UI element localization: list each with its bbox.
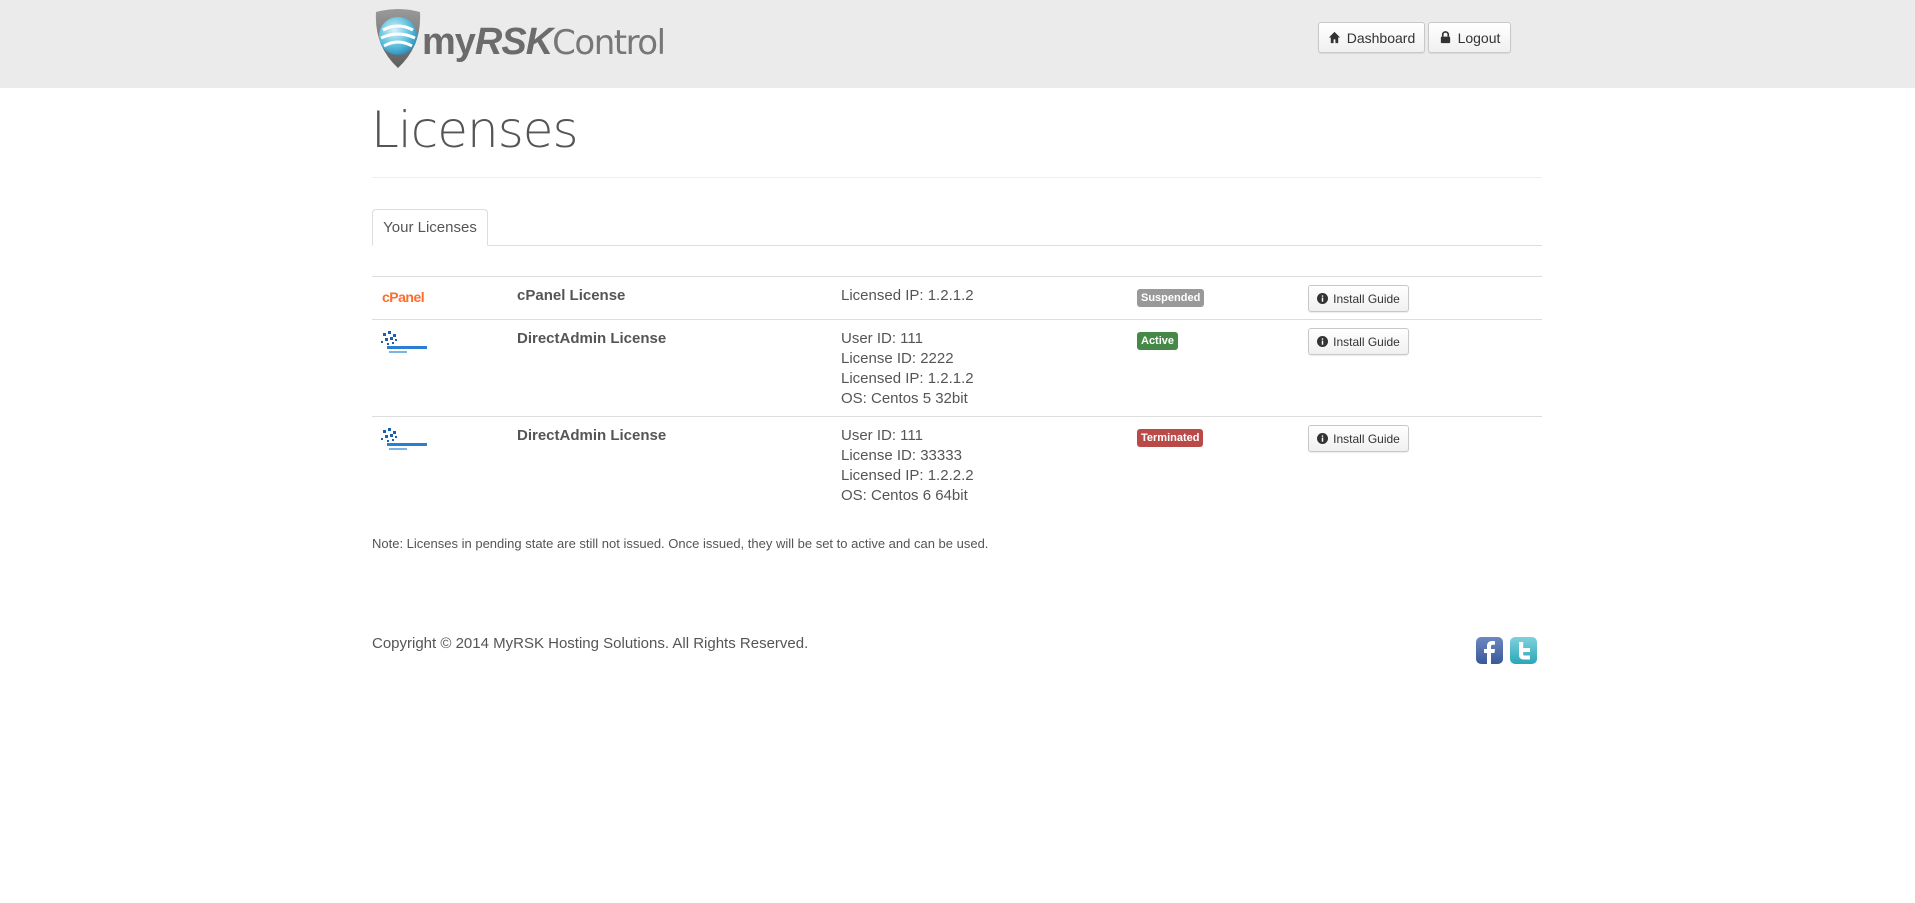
status-badge: Active bbox=[1137, 332, 1179, 350]
directadmin-logo bbox=[381, 331, 427, 353]
install-guide-label: Install Guide bbox=[1333, 334, 1400, 349]
logout-label: Logout bbox=[1457, 29, 1501, 46]
license-details: User ID: 111 License ID: 2222 Licensed I… bbox=[841, 329, 974, 409]
logo-wordmark: myRSKControl bbox=[422, 21, 666, 63]
info-icon bbox=[1317, 293, 1329, 304]
home-icon bbox=[1328, 31, 1340, 44]
pending-note: Note: Licenses in pending state are stil… bbox=[372, 536, 989, 551]
install-guide-button[interactable]: Install Guide bbox=[1308, 328, 1409, 355]
user-id: User ID: 111 bbox=[841, 427, 923, 444]
install-guide-label: Install Guide bbox=[1333, 291, 1400, 306]
page-title: Licenses bbox=[371, 101, 579, 159]
install-guide-button[interactable]: Install Guide bbox=[1308, 425, 1409, 452]
install-guide-button[interactable]: Install Guide bbox=[1308, 285, 1409, 312]
os: OS: Centos 5 32bit bbox=[841, 390, 968, 407]
license-id: License ID: 33333 bbox=[841, 447, 962, 464]
directadmin-logo bbox=[381, 428, 427, 450]
licensed-ip: Licensed IP: 1.2.1.2 bbox=[841, 370, 974, 387]
license-id: License ID: 2222 bbox=[841, 350, 954, 367]
logout-button[interactable]: Logout bbox=[1428, 22, 1511, 53]
lock-icon bbox=[1440, 31, 1450, 44]
copyright: Copyright © 2014 MyRSK Hosting Solutions… bbox=[372, 635, 809, 652]
row-divider bbox=[372, 319, 1542, 320]
licensed-ip: Licensed IP: 1.2.2.2 bbox=[841, 467, 974, 484]
status-badge: Suspended bbox=[1137, 289, 1205, 307]
license-details: Licensed IP: 1.2.1.2 bbox=[841, 286, 974, 306]
dashboard-button[interactable]: Dashboard bbox=[1318, 22, 1425, 53]
license-name: cPanel License bbox=[517, 287, 626, 304]
os: OS: Centos 6 64bit bbox=[841, 487, 968, 504]
globe-shield-icon bbox=[375, 9, 421, 68]
install-guide-label: Install Guide bbox=[1333, 431, 1400, 446]
title-divider bbox=[372, 177, 1542, 178]
tabs-divider bbox=[372, 245, 1542, 246]
license-name: DirectAdmin License bbox=[517, 427, 667, 444]
licensed-ip: Licensed IP: 1.2.1.2 bbox=[841, 287, 974, 304]
status-badge: Terminated bbox=[1137, 429, 1204, 447]
info-icon bbox=[1317, 433, 1329, 444]
info-icon bbox=[1317, 336, 1329, 347]
header: myRSKControl Dashboard Logout bbox=[0, 0, 1915, 88]
license-details: User ID: 111 License ID: 33333 Licensed … bbox=[841, 426, 974, 506]
myrsk-control-logo[interactable]: myRSKControl bbox=[372, 8, 666, 70]
dashboard-label: Dashboard bbox=[1346, 29, 1416, 46]
cpanel-logo: cPanel bbox=[382, 289, 425, 305]
twitter-icon[interactable] bbox=[1510, 637, 1537, 664]
row-divider bbox=[372, 416, 1542, 417]
row-divider bbox=[372, 276, 1542, 277]
tab-your-licenses[interactable]: Your Licenses bbox=[372, 209, 488, 246]
license-name: DirectAdmin License bbox=[517, 330, 667, 347]
user-id: User ID: 111 bbox=[841, 330, 923, 347]
facebook-icon[interactable] bbox=[1476, 637, 1503, 664]
